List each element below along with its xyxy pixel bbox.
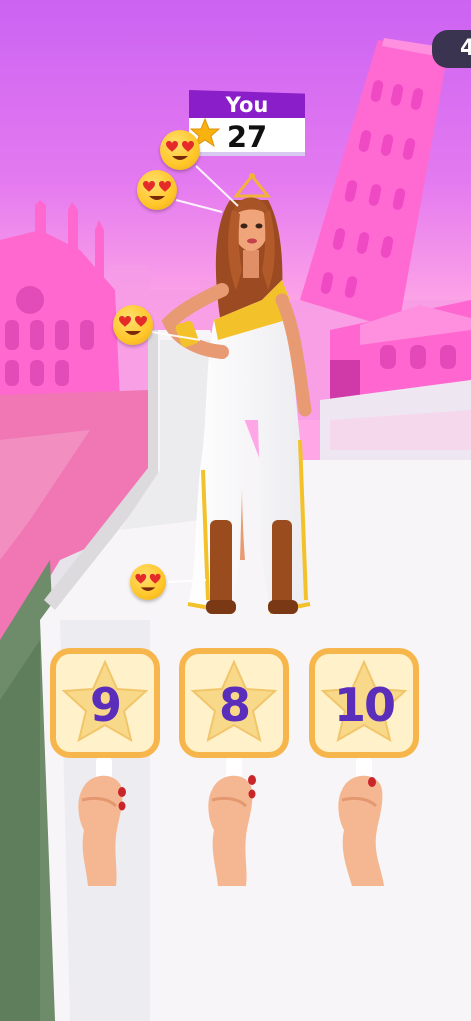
judge-score: 10 [333,678,396,732]
judge-score-card: 9 [50,648,160,758]
heart-eyes-emoji-icon [160,130,200,170]
judge-score: 9 [89,678,122,732]
level-counter: 4 [432,30,471,68]
judge-score: 8 [218,678,251,732]
heart-eyes-emoji-icon [137,170,177,210]
judge-score-card: 8 [179,648,289,758]
level-counter-value: 4 [460,36,471,61]
judge-score-card: 10 [309,648,419,758]
player-label: You [189,90,305,120]
heart-eyes-emoji-icon [113,305,153,345]
heart-eyes-emoji-icon [130,564,166,600]
